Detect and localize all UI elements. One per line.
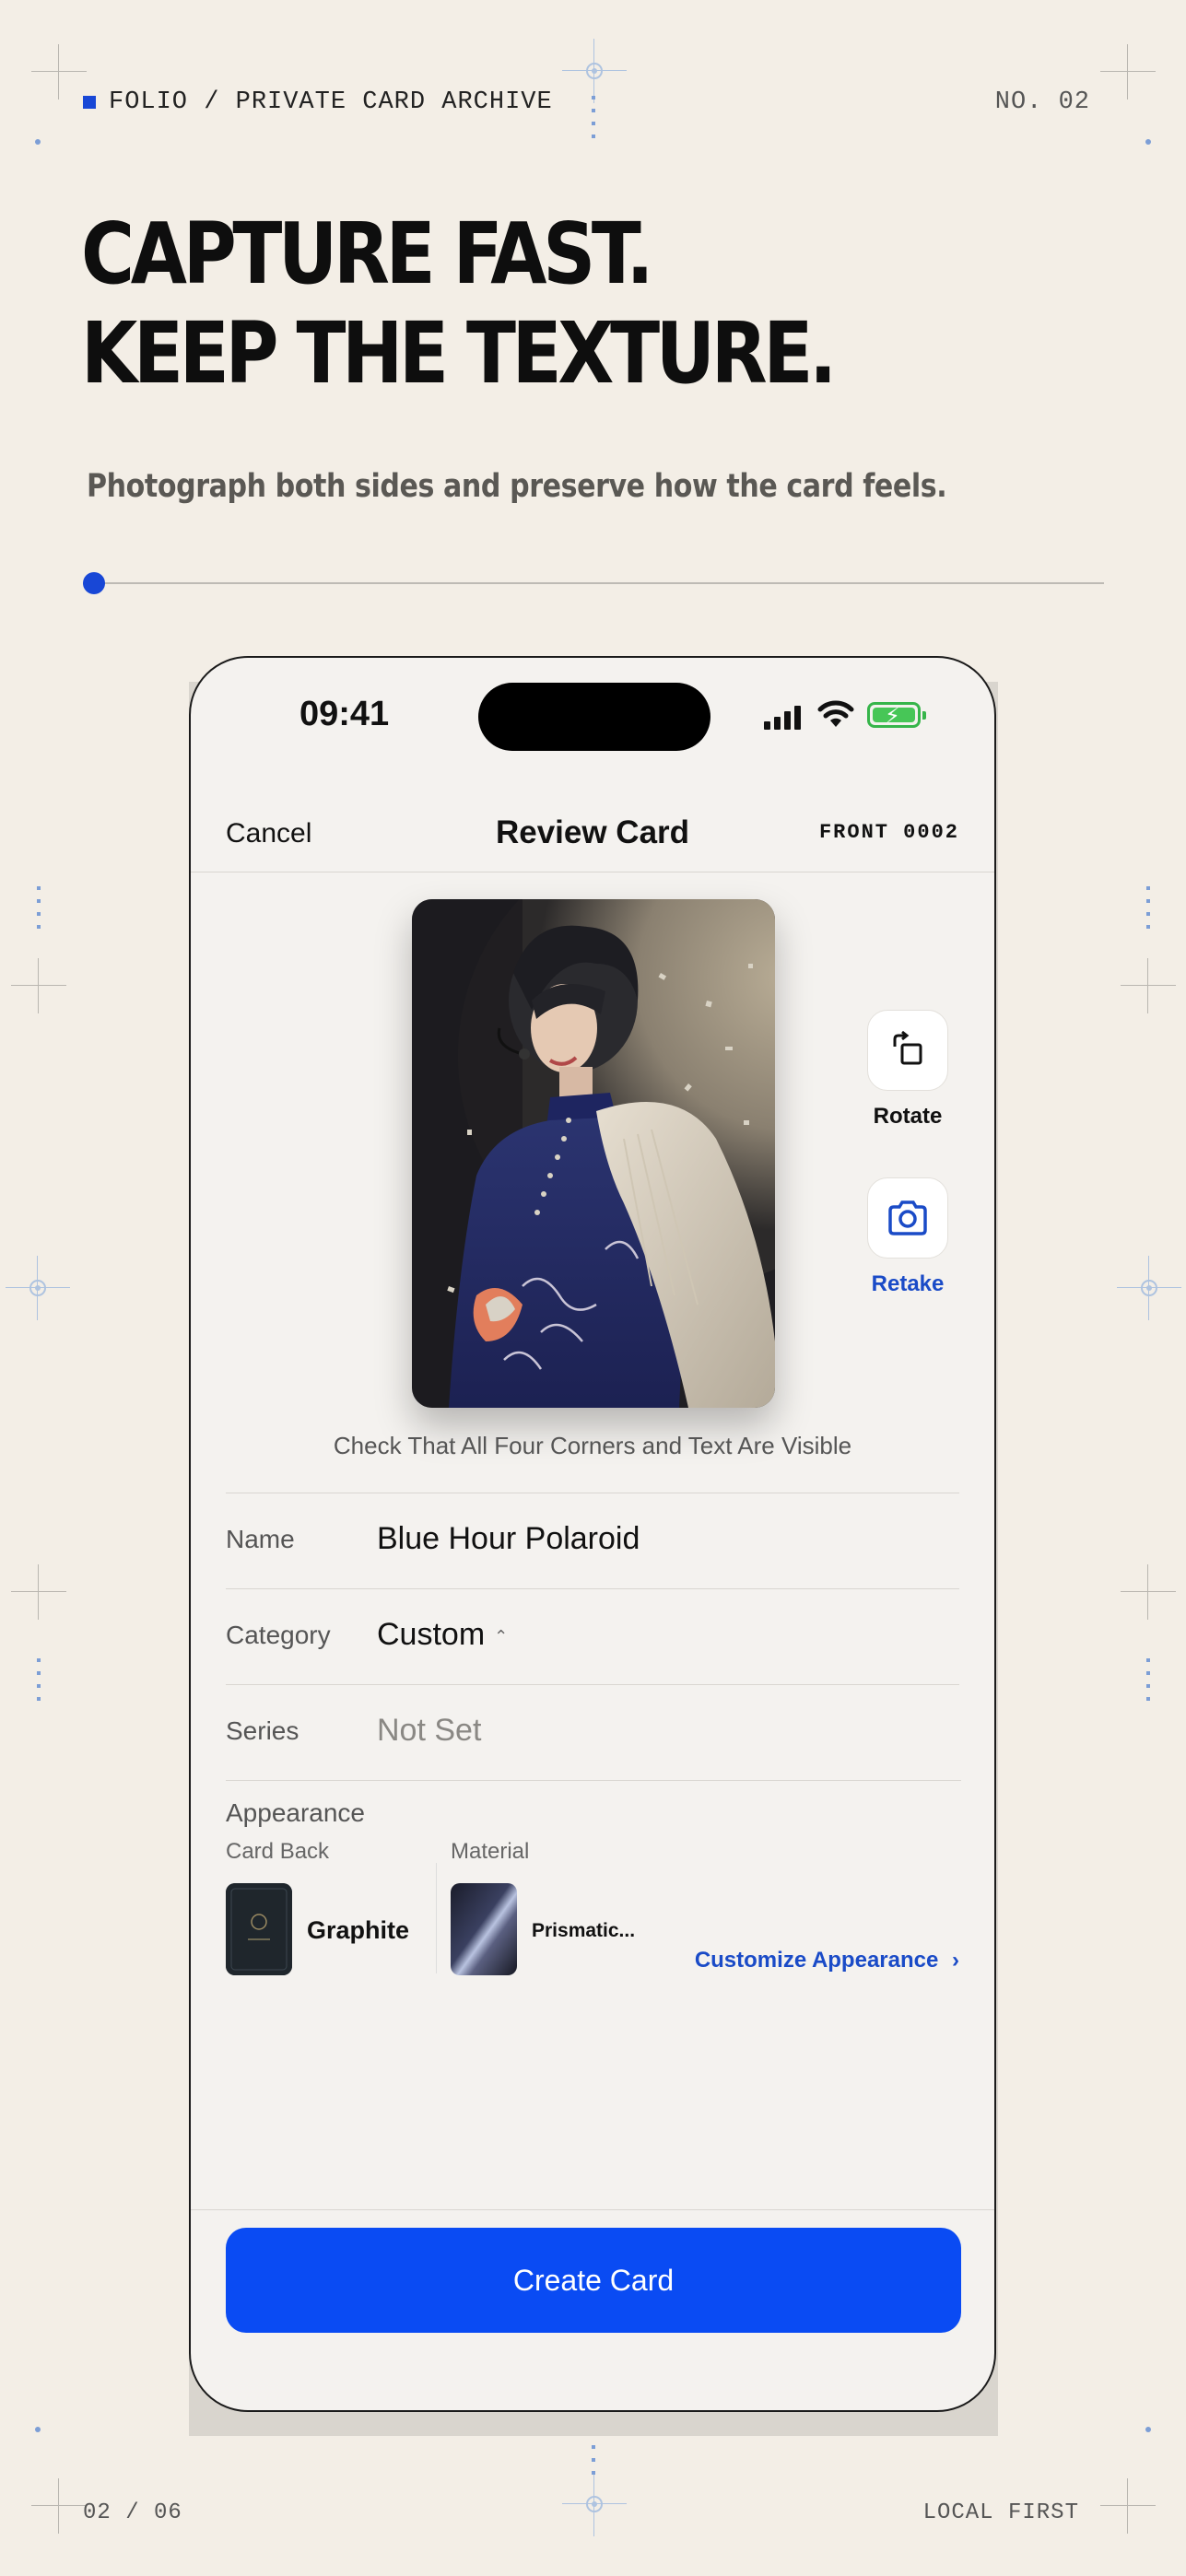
corner-dot: [1145, 139, 1151, 145]
side-crosshair: [1121, 1564, 1176, 1620]
archive-label-text: FOLIO / PRIVATE CARD ARCHIVE: [109, 88, 553, 116]
camera-icon: [888, 1200, 927, 1235]
progress-knob: [83, 572, 105, 594]
name-field[interactable]: Blue Hour Polaroid: [377, 1521, 640, 1557]
series-label: Series: [226, 1716, 299, 1745]
corner-dot: [1145, 2427, 1151, 2432]
status-time: 09:41: [299, 695, 390, 733]
rotate-label: Rotate: [873, 1104, 943, 1129]
side-crosshair: [11, 1564, 66, 1620]
chevron-up-down-icon: ⌃: [494, 1626, 509, 1645]
card-back-label: Card Back: [226, 1839, 330, 1864]
graphite-card-back-image: [226, 1883, 292, 1975]
chevron-right-icon: ›: [952, 1948, 959, 1973]
accent-square: [83, 96, 96, 109]
corner-crosshair: [1100, 2478, 1156, 2534]
target-marker: [6, 1256, 70, 1320]
customize-appearance-label: Customize Appearance: [694, 1948, 939, 1973]
cellular-signal-icon: [764, 706, 801, 730]
dotted-rule: [592, 96, 595, 147]
category-value: Custom: [377, 1617, 486, 1652]
corner-crosshair: [1100, 44, 1156, 100]
series-row[interactable]: Series Not Set: [226, 1684, 959, 1780]
dotted-rule: [1146, 1658, 1150, 1710]
corner-dot: [35, 2427, 41, 2432]
card-back-swatch[interactable]: [226, 1883, 292, 1975]
corner-crosshair: [31, 44, 87, 100]
headline-line-2: KEEP THE TEXTURE.: [81, 304, 837, 403]
capture-hint: Check That All Four Corners and Text Are…: [333, 1432, 852, 1459]
dynamic-island: [478, 683, 710, 751]
archive-label: FOLIO / PRIVATE CARD ARCHIVE: [83, 88, 553, 116]
category-row[interactable]: Category Custom ⌃: [226, 1588, 959, 1684]
headline: CAPTURE FAST. KEEP THE TEXTURE.: [81, 205, 837, 404]
appearance-divider: [226, 1780, 961, 1781]
card-photo[interactable]: [412, 899, 775, 1408]
dotted-rule: [592, 2432, 595, 2484]
rotate-icon: [893, 1030, 922, 1065]
subheadline: Photograph both sides and preserve how t…: [87, 468, 947, 505]
card-side-label: FRONT 0002: [818, 821, 959, 844]
bottom-divider: [191, 2209, 994, 2210]
dotted-rule: [1146, 886, 1150, 938]
target-marker: [562, 39, 627, 103]
card-back-value: Graphite: [307, 1916, 410, 1944]
card-photo-image: [412, 899, 775, 1408]
category-label: Category: [226, 1621, 331, 1649]
corner-dot: [35, 139, 41, 145]
battery-charging-icon: ⚡: [867, 702, 926, 729]
side-crosshair: [1121, 958, 1176, 1013]
footer-tagline: LOCAL FIRST: [922, 2500, 1079, 2525]
wifi-icon: [817, 700, 854, 727]
series-field[interactable]: Not Set: [377, 1713, 481, 1749]
material-swatch[interactable]: [451, 1883, 517, 1975]
retake-label[interactable]: Retake: [852, 1271, 963, 1297]
category-picker[interactable]: Custom ⌃: [377, 1617, 508, 1653]
appearance-separator: [436, 1863, 437, 1973]
target-marker: [1117, 1256, 1181, 1320]
page-counter: 02 / 06: [83, 2500, 182, 2525]
progress-track: [83, 572, 1104, 594]
customize-appearance-link[interactable]: Customize Appearance ›: [695, 1948, 959, 1973]
name-row[interactable]: Name Blue Hour Polaroid: [226, 1493, 959, 1588]
dotted-rule: [37, 886, 41, 938]
headline-line-1: CAPTURE FAST.: [81, 205, 654, 303]
rotate-button[interactable]: [867, 1010, 948, 1091]
retake-button[interactable]: [867, 1177, 948, 1259]
phone-frame: 09:41 ⚡ Cancel Review Card FRONT 0002 Ro…: [189, 656, 996, 2412]
material-label: Material: [451, 1839, 530, 1864]
dotted-rule: [37, 1658, 41, 1710]
create-card-button[interactable]: Create Card: [226, 2228, 961, 2333]
material-value: Prismatic...: [532, 1920, 636, 1941]
nav-bar: Cancel Review Card FRONT 0002: [191, 796, 994, 870]
page-number: NO. 02: [994, 88, 1090, 116]
corner-crosshair: [31, 2478, 87, 2534]
side-crosshair: [11, 958, 66, 1013]
name-label: Name: [226, 1525, 295, 1553]
prismatic-material-image: [451, 1883, 517, 1975]
appearance-title: Appearance: [226, 1798, 366, 1827]
